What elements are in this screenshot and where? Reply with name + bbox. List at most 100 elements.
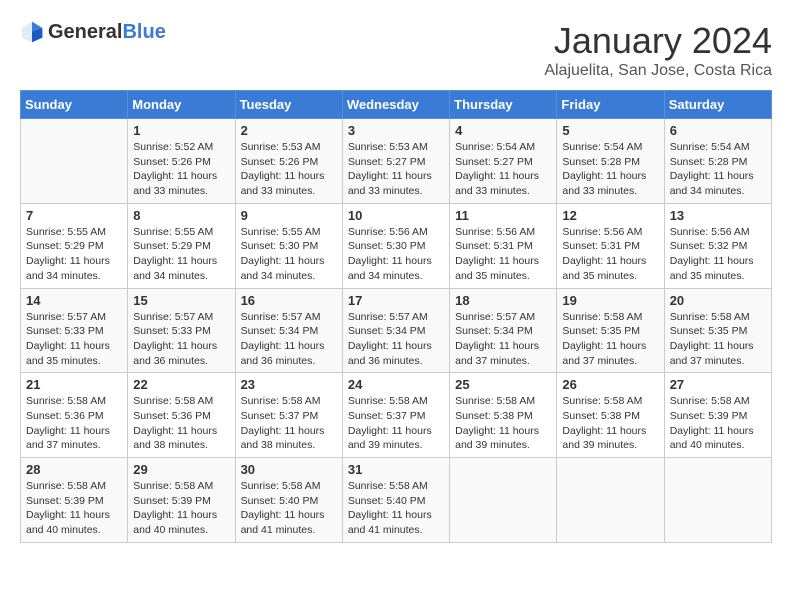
day-info: Sunrise: 5:56 AMSunset: 5:30 PMDaylight:… (348, 225, 444, 284)
day-cell: 17Sunrise: 5:57 AMSunset: 5:34 PMDayligh… (342, 288, 449, 373)
week-row-0: 1 Sunrise: 5:52 AMSunset: 5:26 PMDaylight… (21, 119, 772, 204)
day-cell: 20Sunrise: 5:58 AMSunset: 5:35 PMDayligh… (664, 288, 771, 373)
day-header-tuesday: Tuesday (235, 91, 342, 119)
day-info: Sunrise: 5:56 AMSunset: 5:31 PMDaylight:… (455, 225, 551, 284)
day-number: 8 (133, 208, 229, 223)
day-header-wednesday: Wednesday (342, 91, 449, 119)
day-number: 28 (26, 462, 122, 477)
day-info: Sunrise: 5:57 AMSunset: 5:34 PMDaylight:… (455, 310, 551, 369)
day-info: Sunrise: 5:58 AMSunset: 5:38 PMDaylight:… (455, 394, 551, 453)
day-cell: 24Sunrise: 5:58 AMSunset: 5:37 PMDayligh… (342, 373, 449, 458)
day-header-friday: Friday (557, 91, 664, 119)
day-info: Sunrise: 5:53 AMSunset: 5:26 PMDaylight:… (241, 140, 337, 199)
day-number: 2 (241, 123, 337, 138)
day-info: Sunrise: 5:58 AMSunset: 5:36 PMDaylight:… (26, 394, 122, 453)
day-cell: 29 Sunrise: 5:58 AMSunset: 5:39 PMDayligh… (128, 458, 235, 543)
day-cell: 6 Sunrise: 5:54 AMSunset: 5:28 PMDaylight… (664, 119, 771, 204)
day-header-sunday: Sunday (21, 91, 128, 119)
day-info: Sunrise: 5:57 AMSunset: 5:34 PMDaylight:… (241, 310, 337, 369)
day-cell: 22 Sunrise: 5:58 AMSunset: 5:36 PMDayligh… (128, 373, 235, 458)
day-info: Sunrise: 5:55 AMSunset: 5:30 PMDaylight:… (241, 225, 337, 284)
calendar-title: January 2024 (544, 20, 772, 62)
day-info: Sunrise: 5:54 AMSunset: 5:28 PMDaylight:… (562, 140, 658, 199)
day-cell: 7 Sunrise: 5:55 AMSunset: 5:29 PMDaylight… (21, 203, 128, 288)
day-header-saturday: Saturday (664, 91, 771, 119)
day-number: 17 (348, 293, 444, 308)
day-cell: 30 Sunrise: 5:58 AMSunset: 5:40 PMDayligh… (235, 458, 342, 543)
day-cell: 13Sunrise: 5:56 AMSunset: 5:32 PMDayligh… (664, 203, 771, 288)
day-cell: 2 Sunrise: 5:53 AMSunset: 5:26 PMDaylight… (235, 119, 342, 204)
day-cell: 18Sunrise: 5:57 AMSunset: 5:34 PMDayligh… (450, 288, 557, 373)
logo-text: GeneralBlue (48, 21, 166, 44)
day-header-thursday: Thursday (450, 91, 557, 119)
day-info: Sunrise: 5:52 AMSunset: 5:26 PMDaylight:… (133, 140, 229, 199)
day-cell (450, 458, 557, 543)
day-cell: 31 Sunrise: 5:58 AMSunset: 5:40 PMDayligh… (342, 458, 449, 543)
day-info: Sunrise: 5:54 AMSunset: 5:28 PMDaylight:… (670, 140, 766, 199)
day-info: Sunrise: 5:58 AMSunset: 5:37 PMDaylight:… (348, 394, 444, 453)
day-number: 12 (562, 208, 658, 223)
day-cell (664, 458, 771, 543)
week-row-4: 28 Sunrise: 5:58 AMSunset: 5:39 PMDayligh… (21, 458, 772, 543)
day-info: Sunrise: 5:55 AMSunset: 5:29 PMDaylight:… (26, 225, 122, 284)
day-cell: 5 Sunrise: 5:54 AMSunset: 5:28 PMDaylight… (557, 119, 664, 204)
day-number: 11 (455, 208, 551, 223)
day-number: 16 (241, 293, 337, 308)
day-cell: 16 Sunrise: 5:57 AMSunset: 5:34 PMDayligh… (235, 288, 342, 373)
day-cell: 8 Sunrise: 5:55 AMSunset: 5:29 PMDaylight… (128, 203, 235, 288)
day-cell: 19Sunrise: 5:58 AMSunset: 5:35 PMDayligh… (557, 288, 664, 373)
day-number: 14 (26, 293, 122, 308)
day-cell: 15 Sunrise: 5:57 AMSunset: 5:33 PMDayligh… (128, 288, 235, 373)
day-cell: 12 Sunrise: 5:56 AMSunset: 5:31 PMDayligh… (557, 203, 664, 288)
day-number: 20 (670, 293, 766, 308)
day-cell: 28 Sunrise: 5:58 AMSunset: 5:39 PMDayligh… (21, 458, 128, 543)
day-cell: 10 Sunrise: 5:56 AMSunset: 5:30 PMDayligh… (342, 203, 449, 288)
day-cell: 9 Sunrise: 5:55 AMSunset: 5:30 PMDaylight… (235, 203, 342, 288)
day-info: Sunrise: 5:56 AMSunset: 5:31 PMDaylight:… (562, 225, 658, 284)
day-number: 31 (348, 462, 444, 477)
day-cell: 14 Sunrise: 5:57 AMSunset: 5:33 PMDayligh… (21, 288, 128, 373)
day-number: 6 (670, 123, 766, 138)
day-number: 5 (562, 123, 658, 138)
day-info: Sunrise: 5:58 AMSunset: 5:40 PMDaylight:… (348, 479, 444, 538)
day-info: Sunrise: 5:55 AMSunset: 5:29 PMDaylight:… (133, 225, 229, 284)
day-cell: 26Sunrise: 5:58 AMSunset: 5:38 PMDayligh… (557, 373, 664, 458)
day-number: 9 (241, 208, 337, 223)
day-number: 7 (26, 208, 122, 223)
day-cell: 11 Sunrise: 5:56 AMSunset: 5:31 PMDayligh… (450, 203, 557, 288)
day-info: Sunrise: 5:57 AMSunset: 5:33 PMDaylight:… (26, 310, 122, 369)
week-row-1: 7 Sunrise: 5:55 AMSunset: 5:29 PMDaylight… (21, 203, 772, 288)
day-info: Sunrise: 5:53 AMSunset: 5:27 PMDaylight:… (348, 140, 444, 199)
day-info: Sunrise: 5:58 AMSunset: 5:38 PMDaylight:… (562, 394, 658, 453)
day-info: Sunrise: 5:58 AMSunset: 5:39 PMDaylight:… (26, 479, 122, 538)
day-number: 19 (562, 293, 658, 308)
day-header-monday: Monday (128, 91, 235, 119)
day-number: 25 (455, 377, 551, 392)
week-row-2: 14 Sunrise: 5:57 AMSunset: 5:33 PMDayligh… (21, 288, 772, 373)
day-number: 23 (241, 377, 337, 392)
day-cell: 23Sunrise: 5:58 AMSunset: 5:37 PMDayligh… (235, 373, 342, 458)
day-number: 30 (241, 462, 337, 477)
logo-icon (20, 20, 44, 44)
day-number: 4 (455, 123, 551, 138)
day-cell: 25 Sunrise: 5:58 AMSunset: 5:38 PMDayligh… (450, 373, 557, 458)
day-info: Sunrise: 5:58 AMSunset: 5:36 PMDaylight:… (133, 394, 229, 453)
day-cell: 1 Sunrise: 5:52 AMSunset: 5:26 PMDaylight… (128, 119, 235, 204)
day-cell: 4 Sunrise: 5:54 AMSunset: 5:27 PMDaylight… (450, 119, 557, 204)
day-info: Sunrise: 5:57 AMSunset: 5:33 PMDaylight:… (133, 310, 229, 369)
day-number: 3 (348, 123, 444, 138)
day-cell: 3 Sunrise: 5:53 AMSunset: 5:27 PMDaylight… (342, 119, 449, 204)
day-number: 29 (133, 462, 229, 477)
day-number: 1 (133, 123, 229, 138)
page-header: GeneralBlue January 2024 Alajuelita, San… (20, 20, 772, 80)
day-info: Sunrise: 5:54 AMSunset: 5:27 PMDaylight:… (455, 140, 551, 199)
day-number: 22 (133, 377, 229, 392)
day-number: 21 (26, 377, 122, 392)
day-info: Sunrise: 5:58 AMSunset: 5:39 PMDaylight:… (133, 479, 229, 538)
title-area: January 2024 Alajuelita, San Jose, Costa… (544, 20, 772, 80)
day-info: Sunrise: 5:58 AMSunset: 5:40 PMDaylight:… (241, 479, 337, 538)
day-number: 13 (670, 208, 766, 223)
day-number: 27 (670, 377, 766, 392)
day-number: 15 (133, 293, 229, 308)
day-number: 10 (348, 208, 444, 223)
